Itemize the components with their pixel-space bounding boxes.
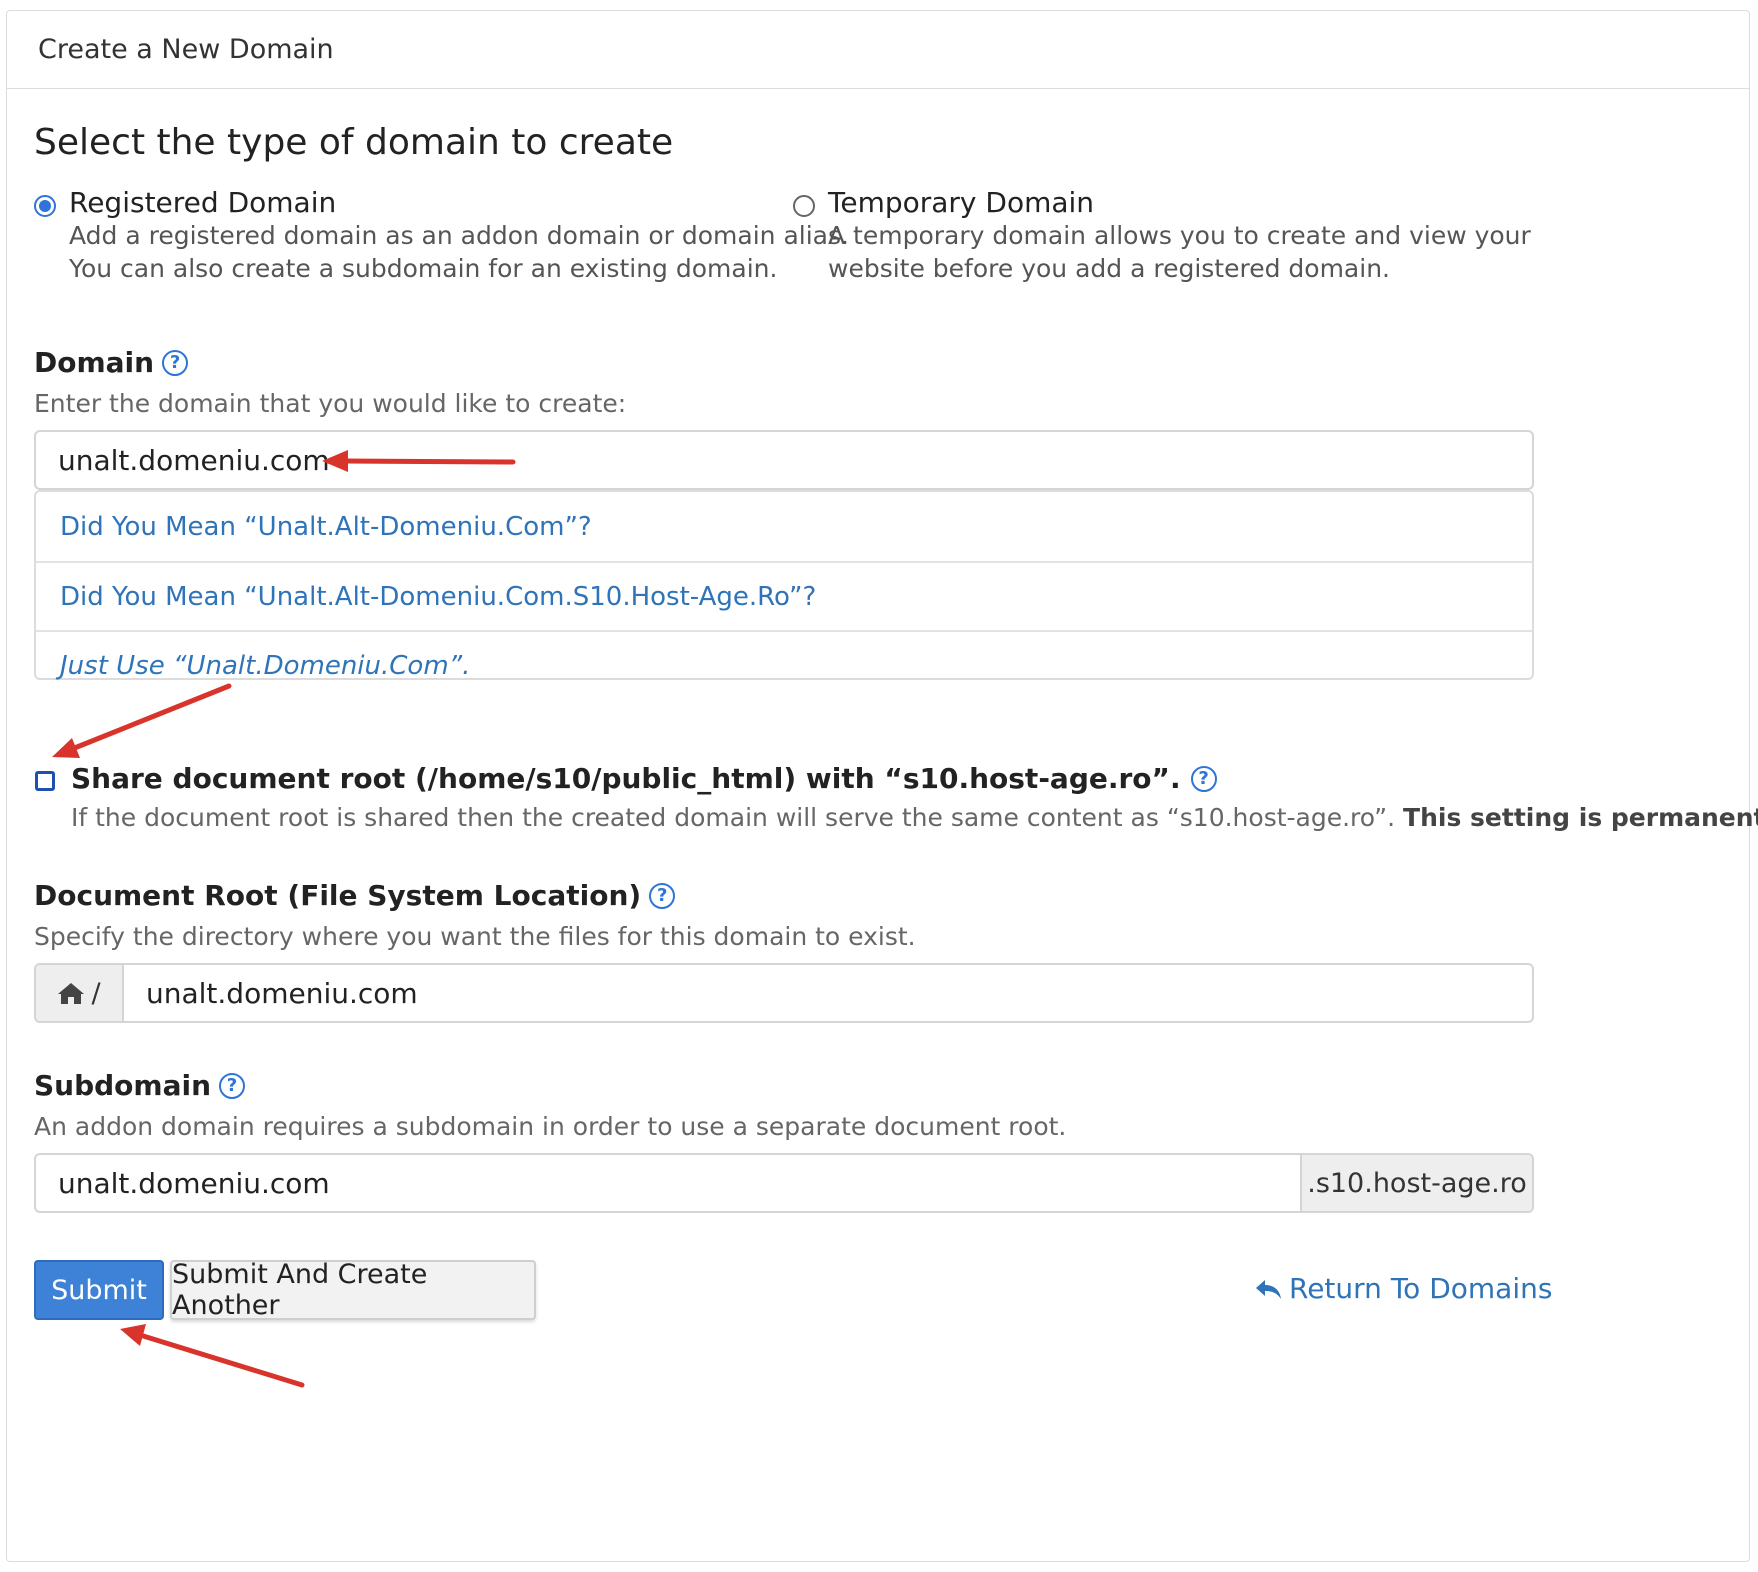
docroot-help-icon[interactable]: ?: [649, 882, 676, 909]
subdomain-input-value: unalt.domeniu.com: [58, 1166, 330, 1200]
domain-help-icon[interactable]: ?: [162, 349, 189, 376]
domain-input-value: unalt.domeniu.com: [58, 443, 330, 477]
return-to-domains-link[interactable]: Return To Domains: [1255, 1272, 1552, 1305]
subdomain-input[interactable]: unalt.domeniu.com: [36, 1167, 330, 1200]
share-root-checkbox[interactable]: [35, 771, 55, 791]
share-root-label[interactable]: Share document root (/home/s10/public_ht…: [71, 762, 1181, 795]
suggestion-item-1[interactable]: Did You Mean “Unalt.Alt-Domeniu.Com”?: [36, 492, 1532, 561]
return-to-domains-label: Return To Domains: [1289, 1272, 1553, 1305]
panel-header: Create a New Domain: [7, 11, 1749, 89]
temporary-domain-radio[interactable]: [793, 195, 815, 217]
registered-domain-radio[interactable]: [34, 195, 56, 217]
share-root-permanent-note: This setting is permanent.: [1403, 803, 1758, 832]
subdomain-suffix: .s10.host-age.ro: [1300, 1155, 1532, 1211]
docroot-prefix: /: [36, 965, 124, 1021]
reply-arrow-icon: [1256, 1279, 1281, 1299]
submit-button[interactable]: Submit: [34, 1260, 164, 1320]
docroot-hint: Specify the directory where you want the…: [34, 922, 916, 951]
temporary-domain-desc-1: A temporary domain allows you to create …: [828, 221, 1531, 250]
section-title: Select the type of domain to create: [34, 122, 674, 163]
subdomain-label: Subdomain: [34, 1069, 212, 1102]
registered-domain-label[interactable]: Registered Domain: [69, 186, 336, 219]
home-icon: [58, 983, 85, 1004]
panel-title: Create a New Domain: [38, 34, 334, 65]
docroot-input-value: unalt.domeniu.com: [146, 976, 418, 1010]
share-root-label-row: Share document root (/home/s10/public_ht…: [71, 762, 1217, 795]
subdomain-input-group: unalt.domeniu.com .s10.host-age.ro: [34, 1153, 1534, 1213]
suggestion-item-3[interactable]: Just Use “Unalt.Domeniu.Com”.: [36, 630, 1532, 699]
docroot-prefix-slash: /: [91, 977, 101, 1009]
domain-hint: Enter the domain that you would like to …: [34, 389, 627, 418]
share-root-desc: If the document root is shared then the …: [71, 803, 1396, 832]
docroot-input[interactable]: unalt.domeniu.com: [124, 977, 418, 1010]
share-root-desc-row: If the document root is shared then the …: [71, 803, 1758, 832]
registered-domain-desc-2: You can also create a subdomain for an e…: [69, 254, 778, 283]
domain-label-row: Domain ?: [34, 346, 189, 379]
registered-domain-desc-1: Add a registered domain as an addon doma…: [69, 221, 849, 250]
subdomain-label-row: Subdomain ?: [34, 1069, 246, 1102]
subdomain-hint: An addon domain requires a subdomain in …: [34, 1112, 1067, 1141]
domain-suggestions: Did You Mean “Unalt.Alt-Domeniu.Com”? Di…: [34, 490, 1534, 681]
domain-input[interactable]: unalt.domeniu.com: [34, 430, 1534, 490]
domain-label: Domain: [34, 346, 155, 379]
docroot-label: Document Root (File System Location): [34, 879, 642, 912]
suggestion-item-2[interactable]: Did You Mean “Unalt.Alt-Domeniu.Com.S10.…: [36, 561, 1532, 630]
temporary-domain-desc-2: website before you add a registered doma…: [828, 254, 1390, 283]
share-root-help-icon[interactable]: ?: [1190, 765, 1217, 792]
docroot-input-group: / unalt.domeniu.com: [34, 963, 1534, 1023]
subdomain-help-icon[interactable]: ?: [219, 1072, 246, 1099]
submit-and-create-another-button[interactable]: Submit And Create Another: [170, 1259, 536, 1321]
temporary-domain-label[interactable]: Temporary Domain: [828, 186, 1094, 219]
docroot-label-row: Document Root (File System Location) ?: [34, 879, 676, 912]
